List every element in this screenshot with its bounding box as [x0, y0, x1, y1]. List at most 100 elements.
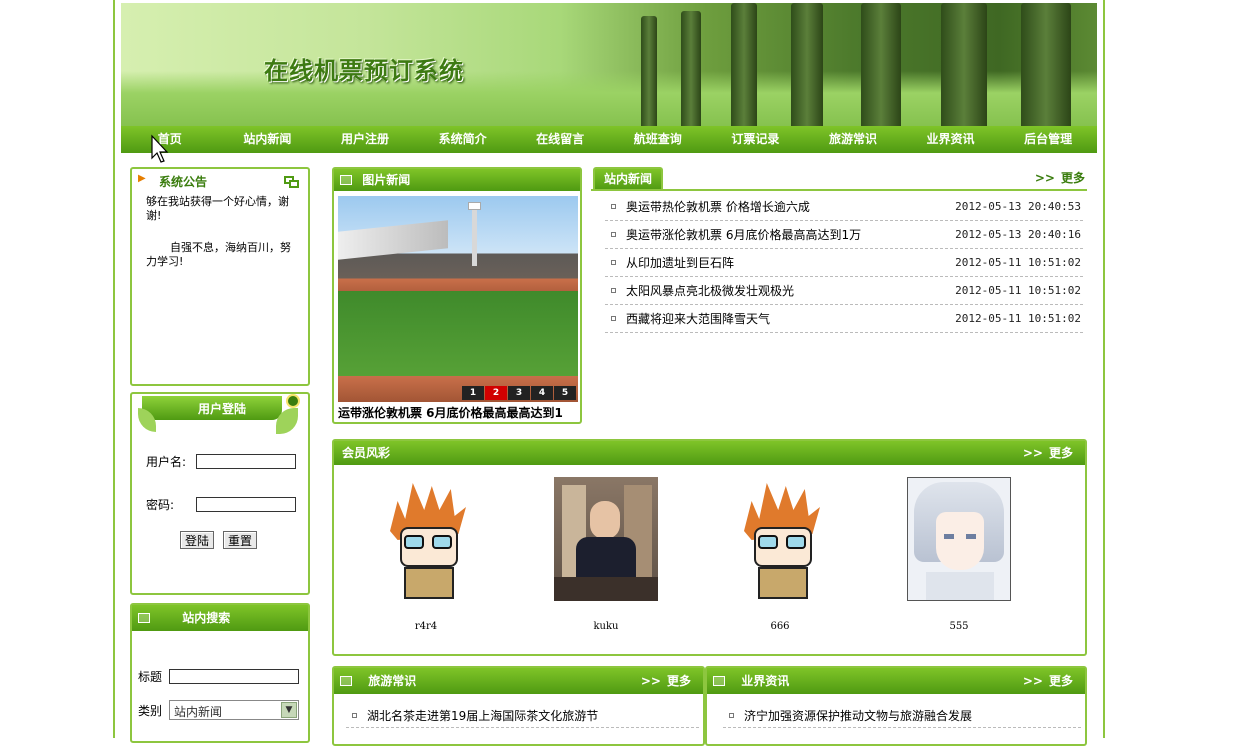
industry-news-panel: 业界资讯 >> 更多 济宁加强资源保护推动文物与旅游融合发展 [705, 666, 1087, 746]
member-name[interactable]: 555 [907, 621, 1011, 632]
nav-register[interactable]: 用户注册 [316, 126, 414, 153]
nav-about[interactable]: 系统简介 [414, 126, 512, 153]
photo-news-panel: 图片新闻 12345 运带涨伦敦机票 6月底价格最高最高达到1 [332, 167, 582, 424]
travel-tips-icon [340, 676, 352, 686]
username-label: 用户名: [146, 455, 187, 469]
member-avatar[interactable] [907, 477, 1011, 601]
industry-more-link[interactable]: >> 更多 [1023, 668, 1073, 694]
travel-more-label: 更多 [666, 674, 691, 688]
search-category-value: 站内新闻 [174, 705, 223, 719]
travel-row[interactable]: 湖北名茶走进第19届上海国际茶文化旅游节 [346, 704, 699, 728]
industry-news-icon [713, 676, 725, 686]
member-card[interactable]: r4r4 [374, 477, 478, 632]
password-input[interactable] [196, 497, 296, 512]
industry-news-title: 业界资讯 [741, 674, 790, 688]
nav-industry-news[interactable]: 业界资讯 [902, 126, 1000, 153]
bullet-icon [611, 316, 616, 321]
news-title[interactable]: 奥运带涨伦敦机票 6月底价格最高高达到1万 [626, 228, 861, 242]
slide-5[interactable]: 5 [554, 386, 576, 400]
site-news-more-link[interactable]: >> 更多 [1035, 169, 1085, 186]
site-news-more-label: 更多 [1060, 171, 1085, 185]
bullet-icon [611, 260, 616, 265]
double-chevron-right-icon: >> [1022, 674, 1043, 688]
news-date: 2012-05-13 20:40:16 [955, 228, 1081, 241]
nav-message[interactable]: 在线留言 [511, 126, 609, 153]
photo-news-icon [340, 175, 352, 185]
news-row[interactable]: 从印加遗址到巨石阵 2012-05-11 10:51:02 [605, 249, 1083, 277]
site-news-tab[interactable]: 站内新闻 [593, 167, 663, 190]
login-panel: 用户登陆 用户名: 密码: 登陆 重置 [130, 392, 310, 595]
news-title[interactable]: 从印加遗址到巨石阵 [626, 256, 734, 270]
member-card[interactable]: 555 [907, 477, 1011, 632]
search-title: 站内搜索 [182, 611, 231, 625]
nav-admin[interactable]: 后台管理 [999, 126, 1097, 153]
double-chevron-right-icon: >> [1022, 446, 1043, 460]
travel-item-title[interactable]: 湖北名茶走进第19届上海国际茶文化旅游节 [367, 709, 598, 723]
member-card[interactable]: kuku [554, 477, 658, 632]
industry-row[interactable]: 济宁加强资源保护推动文物与旅游融合发展 [723, 704, 1081, 728]
slide-1[interactable]: 1 [462, 386, 484, 400]
bullet-icon [729, 713, 734, 718]
double-chevron-right-icon: >> [640, 674, 661, 688]
nav-booking-records[interactable]: 订票记录 [707, 126, 805, 153]
industry-item-title[interactable]: 济宁加强资源保护推动文物与旅游融合发展 [744, 709, 972, 723]
password-label: 密码: [146, 498, 175, 512]
search-category-label: 类别 [138, 704, 163, 718]
photo-news-image[interactable]: 12345 [338, 196, 578, 402]
slide-4[interactable]: 4 [531, 386, 553, 400]
bullet-icon [611, 204, 616, 209]
member-name[interactable]: 666 [728, 621, 832, 632]
news-title[interactable]: 西藏将迎来大范围降雪天气 [626, 312, 770, 326]
member-name[interactable]: r4r4 [374, 621, 478, 632]
site-banner: 在线机票预订系统 [121, 3, 1097, 126]
login-title: 用户登陆 [197, 402, 246, 416]
member-card[interactable]: 666 [728, 477, 832, 632]
members-more-label: 更多 [1048, 446, 1073, 460]
member-name[interactable]: kuku [554, 621, 658, 632]
page: 在线机票预订系统 首页 站内新闻 用户注册 系统简介 在线留言 航班查询 订票记… [113, 0, 1105, 746]
photo-news-title: 图片新闻 [362, 173, 411, 187]
bullet-icon [352, 713, 357, 718]
main-nav: 首页 站内新闻 用户注册 系统简介 在线留言 航班查询 订票记录 旅游常识 业界… [121, 126, 1097, 153]
search-category-select[interactable]: 站内新闻 ▼ [169, 700, 299, 720]
member-avatar[interactable] [554, 477, 658, 601]
news-title[interactable]: 奥运带热伦敦机票 价格增长逾六成 [626, 200, 810, 214]
nav-flight-search[interactable]: 航班查询 [609, 126, 707, 153]
member-avatar[interactable] [728, 477, 832, 601]
news-date: 2012-05-11 10:51:02 [955, 284, 1081, 297]
member-avatar[interactable] [374, 477, 478, 601]
news-row[interactable]: 奥运带涨伦敦机票 6月底价格最高高达到1万 2012-05-13 20:40:16 [605, 221, 1083, 249]
nav-site-news[interactable]: 站内新闻 [219, 126, 317, 153]
arrow-right-icon: ▶ [138, 173, 146, 184]
search-title-input[interactable] [169, 669, 299, 684]
slide-2[interactable]: 2 [485, 386, 507, 400]
news-title[interactable]: 太阳风暴点亮北极微发壮观极光 [626, 284, 794, 298]
reset-button[interactable]: 重置 [223, 531, 258, 549]
slide-3[interactable]: 3 [508, 386, 530, 400]
site-news-panel: 站内新闻 >> 更多 奥运带热伦敦机票 价格增长逾六成 2012-05-13 20:… [591, 167, 1087, 337]
bullet-icon [611, 288, 616, 293]
site-title: 在线机票预订系统 [264, 56, 464, 85]
username-input[interactable] [196, 454, 296, 469]
double-chevron-right-icon: >> [1034, 171, 1055, 185]
site-news-title: 站内新闻 [603, 172, 652, 186]
news-date: 2012-05-11 10:51:02 [955, 312, 1081, 325]
notice-line-1: 够在我站获得一个好心情，谢谢! [146, 195, 289, 222]
login-button[interactable]: 登陆 [180, 531, 215, 549]
news-row[interactable]: 奥运带热伦敦机票 价格增长逾六成 2012-05-13 20:40:53 [605, 193, 1083, 221]
members-more-link[interactable]: >> 更多 [1023, 441, 1073, 465]
windows-icon [284, 176, 300, 189]
chevron-down-icon[interactable]: ▼ [281, 702, 297, 718]
search-title-label: 标题 [138, 670, 163, 684]
travel-tips-panel: 旅游常识 >> 更多 湖北名茶走进第19届上海国际茶文化旅游节 [332, 666, 705, 746]
news-row[interactable]: 太阳风暴点亮北极微发壮观极光 2012-05-11 10:51:02 [605, 277, 1083, 305]
members-panel: 会员风彩 >> 更多 r4r4 kuku 666 555 [332, 439, 1087, 656]
notice-title: 系统公告 [159, 175, 208, 189]
news-date: 2012-05-13 20:40:53 [955, 200, 1081, 213]
notice-panel: ▶ 系统公告 够在我站获得一个好心情，谢谢! 自强不息，海纳百川，努力学习! [130, 167, 310, 386]
nav-home[interactable]: 首页 [121, 126, 219, 153]
news-row[interactable]: 西藏将迎来大范围降雪天气 2012-05-11 10:51:02 [605, 305, 1083, 333]
travel-more-link[interactable]: >> 更多 [641, 668, 691, 694]
photo-news-caption[interactable]: 运带涨伦敦机票 6月底价格最高最高达到1 [338, 404, 578, 420]
nav-travel-tips[interactable]: 旅游常识 [804, 126, 902, 153]
